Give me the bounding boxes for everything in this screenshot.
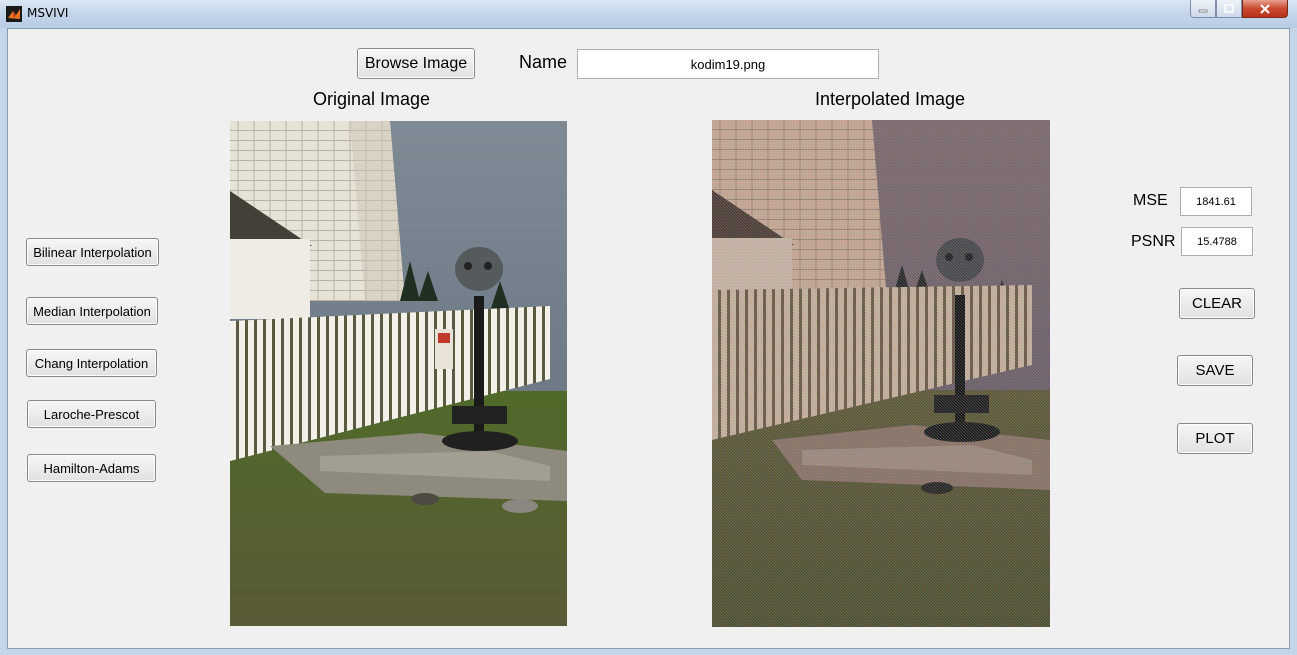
- close-icon: [1260, 3, 1270, 14]
- clear-button[interactable]: CLEAR: [1179, 288, 1255, 319]
- hamilton-adams-button[interactable]: Hamilton-Adams: [27, 454, 156, 482]
- minimize-button[interactable]: [1190, 0, 1216, 18]
- window-frame-bottom: [0, 649, 1297, 655]
- window-title: MSVIVI: [27, 6, 69, 20]
- name-field[interactable]: kodim19.png: [577, 49, 879, 79]
- laroche-prescot-button[interactable]: Laroche-Prescot: [27, 400, 156, 428]
- psnr-field[interactable]: 15.4788: [1181, 227, 1253, 256]
- psnr-label: PSNR: [1131, 233, 1176, 250]
- chang-interpolation-button[interactable]: Chang Interpolation: [26, 349, 157, 377]
- save-button[interactable]: SAVE: [1177, 355, 1253, 386]
- name-label: Name: [519, 52, 568, 72]
- interpolated-image: [712, 120, 1050, 627]
- mse-field[interactable]: 1841.61: [1180, 187, 1252, 216]
- browse-image-button[interactable]: Browse Image: [357, 48, 475, 79]
- window-frame-right: [1289, 28, 1297, 655]
- bilinear-interpolation-button[interactable]: Bilinear Interpolation: [26, 238, 159, 266]
- client-area: [7, 28, 1290, 649]
- original-image-title: Original Image: [312, 89, 431, 109]
- minimize-icon: [1198, 9, 1208, 12]
- original-image: [230, 121, 567, 626]
- matlab-icon: [6, 6, 22, 22]
- close-button[interactable]: [1242, 0, 1288, 18]
- median-interpolation-button[interactable]: Median Interpolation: [26, 297, 158, 325]
- title-bar: MSVIVI: [0, 0, 1297, 28]
- window-controls: [1190, 0, 1288, 19]
- maximize-button[interactable]: [1216, 0, 1242, 18]
- mse-label: MSE: [1133, 192, 1168, 209]
- plot-button[interactable]: PLOT: [1177, 423, 1253, 454]
- interpolated-image-title: Interpolated Image: [814, 89, 966, 109]
- maximize-icon: [1224, 4, 1234, 13]
